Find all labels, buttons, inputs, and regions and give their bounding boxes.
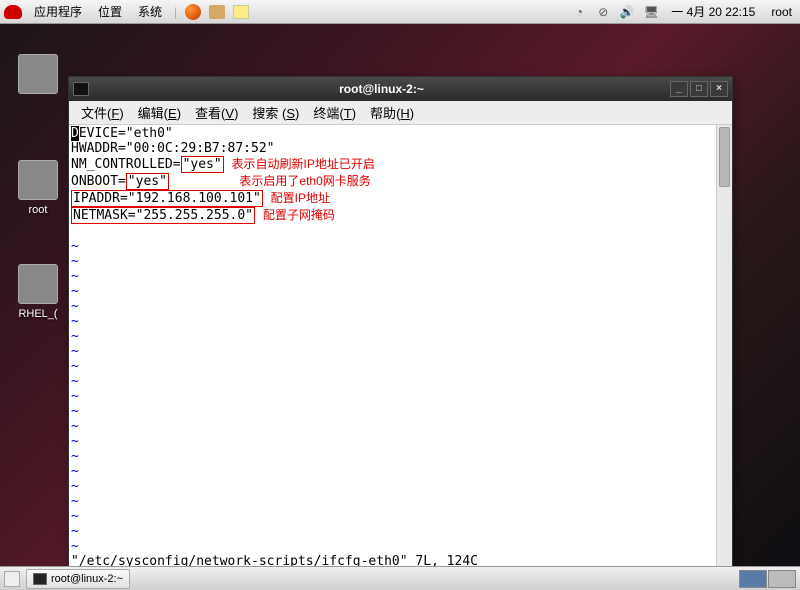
annotation: 表示启用了eth0网卡服务 bbox=[239, 174, 370, 188]
vim-tilde: ~ bbox=[71, 479, 79, 494]
annotation: 表示自动刷新IP地址已开启 bbox=[232, 157, 375, 171]
terminal-icon bbox=[73, 82, 89, 96]
annotation: 配置IP地址 bbox=[271, 191, 330, 205]
disk-icon[interactable]: ⊘ bbox=[595, 4, 611, 20]
menu-terminal[interactable]: 终端(T) bbox=[307, 101, 362, 124]
vim-tilde: ~ bbox=[71, 524, 79, 539]
vim-tilde: ~ bbox=[71, 404, 79, 419]
highlight-box: IPADDR="192.168.100.101" bbox=[71, 190, 263, 207]
maximize-button[interactable]: □ bbox=[690, 81, 708, 97]
window-title: root@linux-2:~ bbox=[95, 82, 668, 96]
menu-system[interactable]: 系统 bbox=[134, 1, 166, 22]
annotation: 配置子网掩码 bbox=[263, 208, 335, 222]
minimize-button[interactable]: _ bbox=[670, 81, 688, 97]
vim-tilde: ~ bbox=[71, 449, 79, 464]
vim-tilde: ~ bbox=[71, 419, 79, 434]
vim-tilde: ~ bbox=[71, 314, 79, 329]
icon-label: RHEL_( bbox=[6, 308, 70, 320]
home-icon bbox=[18, 160, 58, 200]
vim-tilde: ~ bbox=[71, 464, 79, 479]
vim-tilde: ~ bbox=[71, 539, 79, 554]
user-menu[interactable]: root bbox=[767, 3, 796, 21]
text-line: ONBOOT= bbox=[71, 174, 126, 189]
disc-icon bbox=[18, 264, 58, 304]
redhat-logo-icon[interactable] bbox=[4, 5, 22, 19]
terminal-icon bbox=[33, 573, 47, 585]
vim-tilde: ~ bbox=[71, 389, 79, 404]
terminal-window: root@linux-2:~ _ □ × 文件(F) 编辑(E) 查看(V) 搜… bbox=[68, 76, 733, 576]
show-desktop-button[interactable] bbox=[4, 571, 20, 587]
bottom-panel: root@linux-2:~ bbox=[0, 566, 800, 590]
menu-places[interactable]: 位置 bbox=[94, 1, 126, 22]
panel-left: 应用程序 位置 系统 | bbox=[4, 1, 249, 22]
desktop-disc-icon[interactable]: RHEL_( bbox=[6, 264, 70, 320]
text-line: EVICE="eth0" bbox=[79, 126, 173, 141]
vim-tilde: ~ bbox=[71, 509, 79, 524]
vim-tilde: ~ bbox=[71, 299, 79, 314]
menu-applications[interactable]: 应用程序 bbox=[30, 1, 86, 22]
volume-icon[interactable]: 🔊 bbox=[619, 4, 635, 20]
close-button[interactable]: × bbox=[710, 81, 728, 97]
highlight-box: "yes" bbox=[126, 173, 169, 190]
text-line: HWADDR="00:0C:29:B7:87:52" bbox=[71, 141, 275, 156]
top-panel: 应用程序 位置 系统 | ◔ ⊘ 🔊 🖥 一 4月 20 22:15 root bbox=[0, 0, 800, 24]
firefox-icon[interactable] bbox=[185, 4, 201, 20]
desktop[interactable]: root RHEL_( root@linux-2:~ _ □ × 文件(F) 编… bbox=[0, 24, 800, 566]
highlight-box: "yes" bbox=[181, 156, 224, 173]
scrollbar-thumb[interactable] bbox=[719, 127, 730, 187]
desktop-folder-icon[interactable] bbox=[6, 54, 70, 98]
notes-icon[interactable] bbox=[233, 5, 249, 19]
vim-tilde: ~ bbox=[71, 329, 79, 344]
desktop-home-icon[interactable]: root bbox=[6, 160, 70, 216]
workspace-1[interactable] bbox=[739, 570, 767, 588]
workspace-2[interactable] bbox=[768, 570, 796, 588]
menu-file[interactable]: 文件(F) bbox=[75, 101, 130, 124]
updates-icon[interactable]: ◔ bbox=[571, 4, 587, 20]
menu-edit[interactable]: 编辑(E) bbox=[132, 101, 187, 124]
menu-help[interactable]: 帮助(H) bbox=[364, 101, 420, 124]
cursor: D bbox=[71, 126, 79, 141]
separator: | bbox=[174, 5, 177, 19]
taskbar-button[interactable]: root@linux-2:~ bbox=[26, 569, 130, 589]
terminal-body: DEVICE="eth0" HWADDR="00:0C:29:B7:87:52"… bbox=[69, 125, 732, 575]
highlight-box: NETMASK="255.255.255.0" bbox=[71, 207, 255, 224]
vim-tilde: ~ bbox=[71, 494, 79, 509]
vim-tilde: ~ bbox=[71, 254, 79, 269]
vim-tilde: ~ bbox=[71, 374, 79, 389]
panel-right: ◔ ⊘ 🔊 🖥 一 4月 20 22:15 root bbox=[571, 1, 796, 22]
task-label: root@linux-2:~ bbox=[51, 573, 123, 585]
menu-search[interactable]: 搜索 (S) bbox=[246, 101, 305, 124]
terminal-content[interactable]: DEVICE="eth0" HWADDR="00:0C:29:B7:87:52"… bbox=[69, 125, 716, 575]
folder-icon bbox=[18, 54, 58, 94]
vim-tilde: ~ bbox=[71, 284, 79, 299]
clock[interactable]: 一 4月 20 22:15 bbox=[667, 1, 759, 22]
network-icon[interactable]: 🖥 bbox=[643, 4, 659, 20]
vim-tilde: ~ bbox=[71, 359, 79, 374]
vim-tilde: ~ bbox=[71, 239, 79, 254]
icon-label: root bbox=[6, 204, 70, 216]
window-titlebar[interactable]: root@linux-2:~ _ □ × bbox=[69, 77, 732, 101]
menu-view[interactable]: 查看(V) bbox=[189, 101, 244, 124]
vim-tilde: ~ bbox=[71, 344, 79, 359]
menubar: 文件(F) 编辑(E) 查看(V) 搜索 (S) 终端(T) 帮助(H) bbox=[69, 101, 732, 125]
workspace-switcher bbox=[739, 570, 796, 588]
text-line: NM_CONTROLLED= bbox=[71, 157, 181, 172]
package-icon[interactable] bbox=[209, 5, 225, 19]
vim-tilde: ~ bbox=[71, 269, 79, 284]
vim-tilde: ~ bbox=[71, 434, 79, 449]
scrollbar[interactable] bbox=[716, 125, 732, 575]
